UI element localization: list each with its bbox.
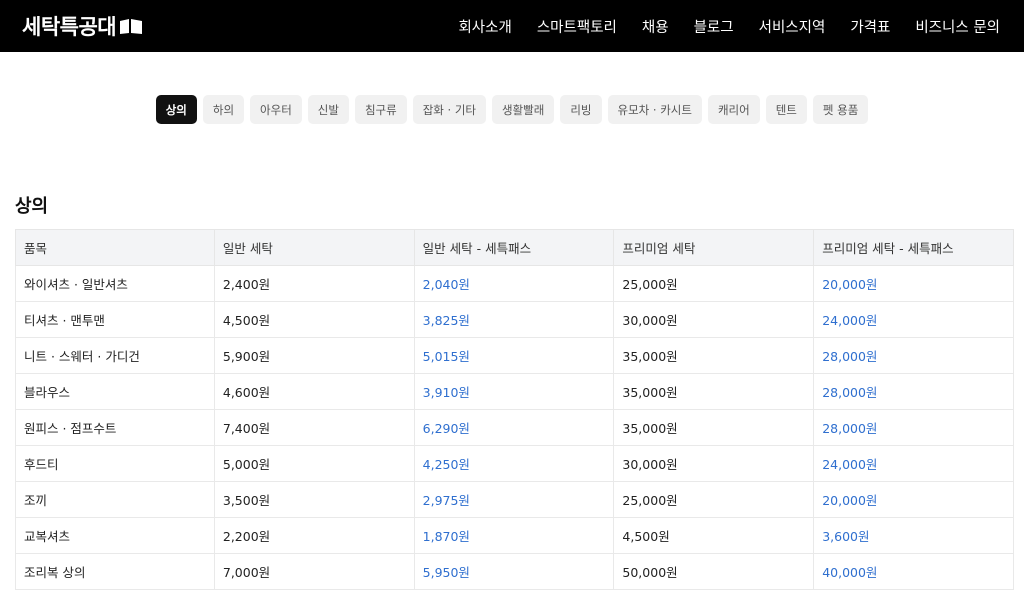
price-cell: 2,040원 [413,265,615,302]
category-tab[interactable]: 상의 [155,95,197,124]
category-tab[interactable]: 펫 용품 [812,95,869,124]
category-tab[interactable]: 잡화 · 기타 [412,95,487,124]
item-name-cell: 조끼 [15,481,215,518]
table-header-row: 품목 일반 세탁 일반 세탁 - 세특패스 프리미엄 세탁 프리미엄 세탁 - 세특패스 [15,229,1014,266]
table-row: 조리복 상의 7,000원 5,950원 50,000원 40,000원 [15,553,1014,590]
column-header: 프리미엄 세탁 - 세특패스 [813,229,1014,266]
price-cell: 5,000원 [213,445,415,482]
item-name-cell: 와이셔츠 · 일반셔츠 [15,265,215,302]
table-row: 블라우스 4,600원 3,910원 35,000원 28,000원 [15,373,1014,410]
main-nav: 회사소개 스마트팩토리 채용 블로그 서비스지역 가격표 비즈니스 문의 [433,16,1000,37]
category-tab[interactable]: 텐트 [765,95,807,124]
category-tab[interactable]: 신발 [307,95,349,124]
category-tab[interactable]: 하의 [202,95,245,124]
category-tab[interactable]: 캐리어 [707,95,760,124]
price-cell: 20,000원 [813,265,1014,302]
table-row: 교복셔츠 2,200원 1,870원 4,500원 3,600원 [15,517,1014,554]
price-cell: 35,000원 [613,373,815,410]
price-cell: 3,910원 [413,373,615,410]
item-name-cell: 티셔츠 · 맨투맨 [15,301,215,338]
price-cell: 25,000원 [613,481,815,518]
nav-link[interactable]: 가격표 [850,16,890,37]
price-cell: 7,400원 [213,409,415,446]
item-name-cell: 니트 · 스웨터 · 가디건 [15,337,215,374]
price-cell: 4,500원 [613,517,815,554]
category-tab[interactable]: 아우터 [250,95,302,124]
price-cell: 3,500원 [213,481,415,518]
item-name-cell: 교복셔츠 [15,517,215,554]
item-name-cell: 원피스 · 점프수트 [15,409,215,446]
price-cell: 50,000원 [613,553,815,590]
table-row: 와이셔츠 · 일반셔츠 2,400원 2,040원 25,000원 20,000원 [15,265,1014,302]
nav-link[interactable]: 블로그 [694,16,734,37]
item-name-cell: 조리복 상의 [15,553,215,590]
table-row: 원피스 · 점프수트 7,400원 6,290원 35,000원 28,000원 [15,409,1014,446]
price-cell: 35,000원 [613,409,815,446]
price-cell: 2,975원 [413,481,615,518]
price-cell: 25,000원 [613,265,815,302]
price-table: 품목 일반 세탁 일반 세탁 - 세특패스 프리미엄 세탁 프리미엄 세탁 - 세특패스… [15,229,1014,590]
price-cell: 20,000원 [813,481,1014,518]
price-cell: 6,290원 [413,409,615,446]
category-tab[interactable]: 유모차 · 카시트 [607,95,702,124]
price-cell: 5,015원 [413,337,615,374]
nav-link[interactable]: 회사소개 [458,16,511,37]
column-header: 품목 [15,229,215,266]
price-cell: 28,000원 [813,373,1014,410]
top-header: 세탁특공대 회사소개 스마트팩토리 채용 블로그 서비스지역 가격표 비즈니스 문의 [0,0,1024,52]
table-row: 조끼 3,500원 2,975원 25,000원 20,000원 [15,481,1014,518]
price-cell: 28,000원 [813,409,1014,446]
brand-logo[interactable]: 세탁특공대 [22,11,143,41]
price-cell: 5,950원 [413,553,615,590]
price-cell: 3,600원 [813,517,1014,554]
price-cell: 2,400원 [213,265,415,302]
price-cell: 30,000원 [613,301,815,338]
price-cell: 28,000원 [813,337,1014,374]
table-body: 와이셔츠 · 일반셔츠 2,400원 2,040원 25,000원 20,000원 티셔츠… [15,265,1014,590]
price-cell: 4,600원 [213,373,415,410]
nav-link[interactable]: 비즈니스 문의 [915,16,1000,37]
category-tab[interactable]: 리빙 [560,95,602,124]
column-header: 프리미엄 세탁 [613,229,815,266]
category-tab[interactable]: 생활빨래 [492,95,555,124]
price-cell: 24,000원 [813,445,1014,482]
price-cell: 35,000원 [613,337,815,374]
flag-icon [120,18,143,34]
category-tab[interactable]: 침구류 [354,95,407,124]
item-name-cell: 후드티 [15,445,215,482]
nav-link[interactable]: 스마트팩토리 [537,16,617,37]
table-row: 티셔츠 · 맨투맨 4,500원 3,825원 30,000원 24,000원 [15,301,1014,338]
price-cell: 3,825원 [413,301,615,338]
price-cell: 2,200원 [213,517,415,554]
price-cell: 1,870원 [413,517,615,554]
price-cell: 4,250원 [413,445,615,482]
column-header: 일반 세탁 [213,229,415,266]
item-name-cell: 블라우스 [15,373,215,410]
price-cell: 4,500원 [213,301,415,338]
price-cell: 40,000원 [813,553,1014,590]
price-cell: 30,000원 [613,445,815,482]
nav-link[interactable]: 서비스지역 [759,16,826,37]
column-header: 일반 세탁 - 세특패스 [413,229,615,266]
table-row: 후드티 5,000원 4,250원 30,000원 24,000원 [15,445,1014,482]
price-cell: 5,900원 [213,337,415,374]
table-row: 니트 · 스웨터 · 가디건 5,900원 5,015원 35,000원 28,000원 [15,337,1014,374]
price-cell: 24,000원 [813,301,1014,338]
nav-link[interactable]: 채용 [642,16,669,37]
section-title: 상의 [15,196,49,217]
price-cell: 7,000원 [213,553,415,590]
brand-name: 세탁특공대 [22,15,117,39]
category-tabs: 상의 하의 아우터 신발 침구류 잡화 · 기타 생활빨래 리빙 유모차 · 카시트 캐리어 텐트 펫… [0,95,1024,124]
